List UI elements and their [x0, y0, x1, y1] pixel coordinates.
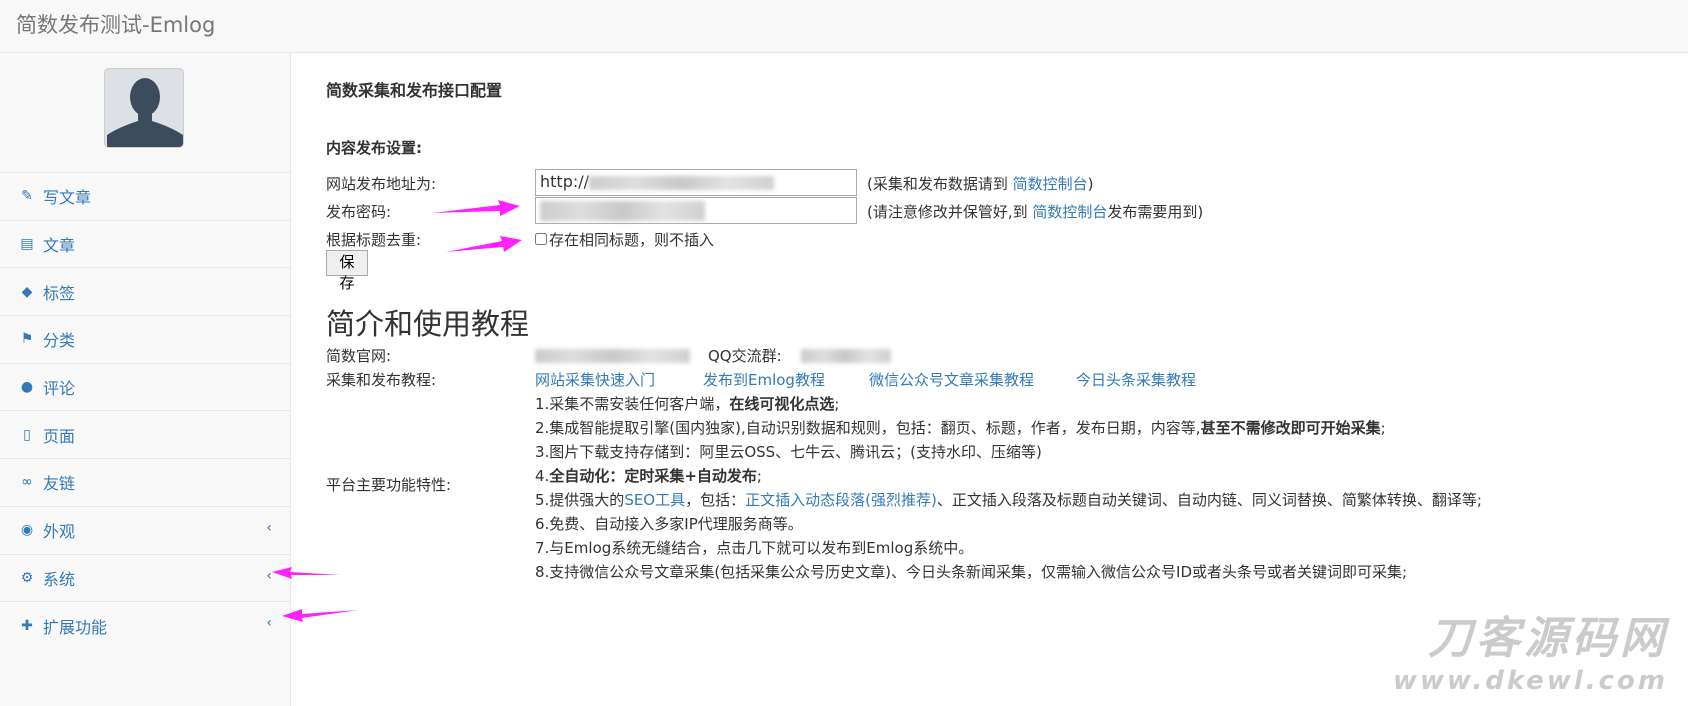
features-label: 平台主要功能特性: [326, 476, 452, 494]
intro-title: 简介和使用教程 [326, 307, 530, 341]
url-label: 网站发布地址为: [326, 175, 437, 193]
text: ，包括： [685, 491, 746, 509]
sidebar: ✎ 写文章 ▤ 文章 ◆ 标签 ⚑ 分类 ● 评论 ▯ 页面 ∞ 友链 ◉ 外观 ‹ ⚙ 系统 ‹ ✚… [0, 53, 291, 706]
feature-item: 8.支持微信公众号文章采集(包括采集公众号历史文章)、今日头条新闻采集，仅需输入… [535, 563, 1408, 581]
sidebar-item-extensions[interactable]: ✚ 扩展功能 ‹ [0, 601, 290, 649]
password-label: 发布密码: [326, 203, 392, 221]
site-label: 简数官网: [326, 347, 392, 365]
dedupe-label: 根据标题去重: [326, 231, 422, 249]
qq-value-blurred [801, 349, 891, 363]
text: 全自动化：定时采集+自动发布 [549, 467, 757, 485]
tutorial-link[interactable]: 微信公众号文章采集教程 [869, 369, 1034, 390]
avatar[interactable] [104, 68, 184, 148]
publish-url-input[interactable]: http:// [535, 169, 857, 196]
note-text: ) [1087, 175, 1094, 193]
url-value: http:// [540, 172, 590, 191]
tutorial-label: 采集和发布教程: [326, 371, 437, 389]
text: 甚至不需修改即可开始采集 [1200, 419, 1381, 437]
flag-icon: ⚑ [20, 331, 34, 348]
arrow-icon [432, 200, 520, 216]
section-title: 内容发布设置: [326, 139, 422, 157]
feature-item: 7.与Emlog系统无缝结合，点击几下就可以发布到Emlog系统中。 [535, 539, 974, 557]
chevron-left-icon: ‹ [266, 519, 272, 536]
sidebar-item-label: 扩展功能 [43, 617, 108, 637]
top-navbar: 简数发布测试-Emlog [0, 0, 1688, 53]
save-button[interactable]: 保 存 [326, 250, 368, 292]
qq-label: QQ交流群: [708, 347, 782, 365]
text: 4. [535, 467, 550, 485]
chevron-left-icon: ‹ [266, 567, 272, 584]
watermark-url: www.dkewl.com [1392, 666, 1668, 696]
sidebar-item-tags[interactable]: ◆ 标签 [0, 267, 290, 315]
dedupe-option[interactable]: 存在相同标题，则不插入 [535, 229, 714, 250]
sidebar-item-articles[interactable]: ▤ 文章 [0, 219, 290, 268]
site-link-blurred[interactable] [535, 349, 690, 363]
gear-icon: ⚙ [20, 569, 34, 586]
text: 、正文插入段落及标题自动关键词、自动内链、同义词替换、简繁体转换、翻译等; [936, 491, 1482, 509]
sidebar-item-comments[interactable]: ● 评论 [0, 362, 290, 411]
arrow-icon [282, 609, 358, 622]
sidebar-item-label: 文章 [43, 236, 76, 256]
note-text: 发布需要用到) [1107, 203, 1204, 221]
url-note: (采集和发布数据请到 简数控制台) [867, 173, 1094, 194]
feature-item: 3.图片下载支持存储到：阿里云OSS、七牛云、腾讯云；(支持水印、压缩等) [535, 443, 1042, 461]
sidebar-item-label: 评论 [43, 379, 76, 399]
sidebar-item-system[interactable]: ⚙ 系统 ‹ [0, 553, 290, 602]
feature-item: 6.免费、自动接入多家IP代理服务商等。 [535, 515, 803, 533]
text: 5.提供强大的 [535, 491, 625, 509]
sidebar-item-label: 标签 [43, 283, 76, 303]
note-text: (请注意修改并保管好,到 [867, 203, 1033, 221]
dedupe-checkbox[interactable] [535, 233, 547, 245]
sidebar-item-label: 外观 [43, 522, 76, 542]
tutorial-link[interactable]: 今日头条采集教程 [1076, 369, 1196, 390]
sidebar-item-label: 系统 [43, 569, 76, 589]
sidebar-item-label: 友链 [43, 474, 76, 494]
note-text: (采集和发布数据请到 [867, 175, 1013, 193]
watermark-text: 刀客源码网 [1428, 613, 1668, 664]
password-note: (请注意修改并保管好,到 简数控制台发布需要用到) [867, 201, 1203, 222]
feature-item: 4.全自动化：定时采集+自动发布; [535, 465, 762, 486]
console-link[interactable]: 简数控制台 [1032, 203, 1107, 221]
sidebar-item-label: 分类 [43, 331, 76, 351]
edit-icon: ✎ [21, 188, 33, 205]
tutorial-link[interactable]: 发布到Emlog教程 [703, 369, 825, 390]
console-link[interactable]: 简数控制台 [1013, 175, 1088, 193]
feature-item: 5.提供强大的SEO工具，包括：正文插入动态段落(强烈推荐)、正文插入段落及标题… [535, 489, 1482, 510]
sidebar-item-label: 页面 [43, 426, 76, 446]
tutorial-link[interactable]: 网站采集快速入门 [535, 369, 655, 390]
sidebar-item-categories[interactable]: ⚑ 分类 [0, 315, 290, 363]
user-silhouette-icon [107, 78, 183, 147]
text: ; [834, 395, 840, 413]
sidebar-item-label: 写文章 [43, 188, 92, 208]
puzzle-icon: ✚ [21, 617, 33, 634]
text: 1.采集不需安装任何客户端， [535, 395, 730, 413]
seo-tools-link[interactable]: SEO工具 [624, 491, 685, 509]
watermark: 刀客源码网 www.dkewl.com [1393, 602, 1668, 696]
page-title: 简数采集和发布接口配置 [326, 81, 503, 100]
site-title[interactable]: 简数发布测试-Emlog [16, 9, 215, 39]
text: 2.集成智能提取引擎(国内独家),自动识别数据和规则，包括：翻页、标题，作者，发… [535, 419, 1201, 437]
chevron-left-icon: ‹ [266, 615, 272, 632]
file-icon: ▯ [23, 426, 31, 443]
sidebar-item-appearance[interactable]: ◉ 外观 ‹ [0, 505, 290, 554]
dedupe-option-label: 存在相同标题，则不插入 [549, 231, 715, 249]
arrow-icon [446, 236, 522, 252]
list-icon: ▤ [20, 236, 34, 253]
eye-icon: ◉ [20, 522, 34, 539]
sidebar-item-pages[interactable]: ▯ 页面 [0, 410, 290, 458]
comments-icon: ● [20, 379, 34, 396]
password-input[interactable] [535, 197, 857, 224]
sidebar-item-write[interactable]: ✎ 写文章 [0, 172, 290, 220]
sidebar-menu: ✎ 写文章 ▤ 文章 ◆ 标签 ⚑ 分类 ● 评论 ▯ 页面 ∞ 友链 ◉ 外观 ‹ ⚙ 系统 ‹ ✚… [0, 172, 290, 649]
feature-item: 1.采集不需安装任何客户端，在线可视化点选; [535, 393, 839, 414]
dynamic-paragraph-link[interactable]: 正文插入动态段落(强烈推荐) [745, 491, 937, 509]
link-icon: ∞ [21, 474, 33, 491]
feature-item: 2.集成智能提取引擎(国内独家),自动识别数据和规则，包括：翻页、标题，作者，发… [535, 419, 1386, 437]
sidebar-item-links[interactable]: ∞ 友链 [0, 458, 290, 506]
text: ; [756, 467, 762, 485]
text: 在线可视化点选 [729, 395, 835, 413]
tags-icon: ◆ [21, 283, 33, 300]
